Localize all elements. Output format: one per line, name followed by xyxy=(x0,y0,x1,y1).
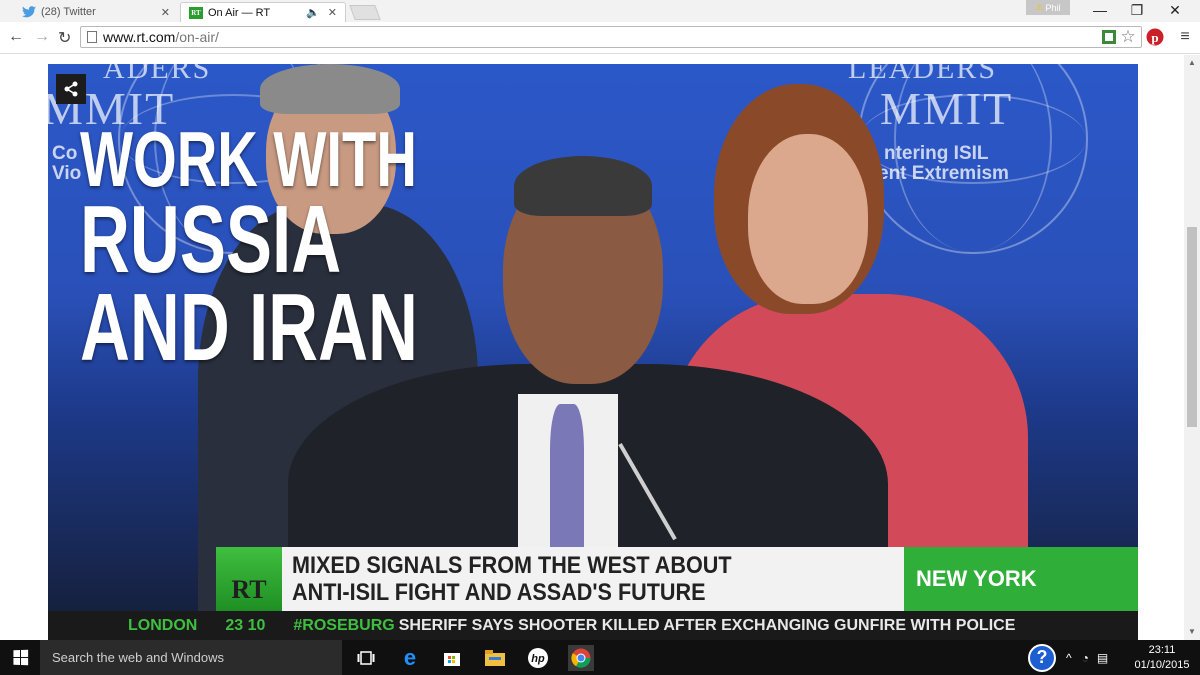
svg-text:p: p xyxy=(1151,30,1158,45)
browser-toolbar: ← → ↻ www.rt.com /on-air/ ☆ p ≡ xyxy=(0,22,1200,54)
overlay-line: RUSSIA xyxy=(80,185,342,293)
close-tab-icon[interactable]: ✕ xyxy=(328,6,337,19)
store-icon[interactable] xyxy=(440,646,464,670)
ticker-city: LONDON xyxy=(128,616,198,634)
system-tray: ? ^ ◔ ▤ xyxy=(1028,640,1108,675)
rt-logo: RT xyxy=(216,547,282,611)
rt-favicon-icon: RT xyxy=(189,6,203,19)
ticker-hashtag: #ROSEBURG xyxy=(293,616,395,634)
edge-browser-icon[interactable]: e xyxy=(398,645,422,670)
network-icon[interactable]: ◔ xyxy=(1082,651,1089,665)
help-icon[interactable]: ? xyxy=(1028,643,1056,672)
overlay-line: WORK WITH xyxy=(80,115,417,203)
video-player[interactable]: ADERS MMIT Co Vio LEADERS MMIT ntering I… xyxy=(48,64,1138,640)
taskbar-clock[interactable]: 23:11 01/10/2015 xyxy=(1132,643,1192,673)
page-content: ADERS MMIT Co Vio LEADERS MMIT ntering I… xyxy=(0,55,1184,640)
backdrop-text: MMIT xyxy=(880,83,1014,134)
search-placeholder: Search the web and Windows xyxy=(52,650,224,665)
headline-box: MIXED SIGNALS FROM THE WEST ABOUT ANTI-I… xyxy=(282,547,904,611)
clock-time: 23:11 xyxy=(1148,644,1176,656)
file-explorer-icon[interactable] xyxy=(483,646,507,670)
page-icon xyxy=(87,31,97,43)
news-ticker: LONDON 23 10 #ROSEBURG SHERIFF SAYS SHOO… xyxy=(48,611,1138,640)
backdrop-text: Co xyxy=(52,143,78,164)
warning-icon: ⚠ xyxy=(1035,2,1044,12)
reload-icon[interactable]: ↻ xyxy=(58,28,71,48)
scroll-down-icon[interactable]: ▼ xyxy=(1188,627,1196,636)
headline-line-2: ANTI-ISIL FIGHT AND ASSAD'S FUTURE xyxy=(292,579,706,606)
notification-icon[interactable]: ▤ xyxy=(1097,651,1108,665)
close-tab-icon[interactable]: ✕ xyxy=(161,6,170,19)
svg-text:hp: hp xyxy=(531,653,545,665)
clock-date: 01/10/2015 xyxy=(1134,659,1190,671)
lower-third: RT MIXED SIGNALS FROM THE WEST ABOUT ANT… xyxy=(216,547,1138,611)
back-arrow-icon[interactable]: ← xyxy=(8,28,24,46)
speaker-icon[interactable]: 🔈 xyxy=(306,6,320,19)
tab-title: (28) Twitter xyxy=(41,6,96,18)
url-host: www.rt.com xyxy=(103,29,176,45)
scroll-thumb[interactable] xyxy=(1187,227,1197,427)
share-button[interactable] xyxy=(56,74,86,104)
restore-button[interactable]: ❐ xyxy=(1122,2,1152,19)
forward-arrow-icon[interactable]: → xyxy=(34,28,50,46)
address-bar[interactable]: www.rt.com /on-air/ xyxy=(80,26,1142,48)
profile-name: Phil xyxy=(1045,2,1061,13)
ticker-news: SHERIFF SAYS SHOOTER KILLED AFTER EXCHAN… xyxy=(398,616,1016,634)
overlay-line: AND IRAN xyxy=(80,274,418,382)
backdrop-text: ntering ISIL xyxy=(884,143,989,164)
tab-strip: (28) Twitter ✕ RT On Air — RT 🔈 ✕ ⚠ Phil… xyxy=(0,0,1200,22)
overlay-headline: WORK WITH RUSSIA AND IRAN xyxy=(80,115,418,382)
chrome-icon[interactable] xyxy=(568,645,594,671)
bookmark-star-icon[interactable]: ☆ xyxy=(1119,27,1137,46)
minimize-button[interactable]: — xyxy=(1085,2,1115,18)
chevron-up-icon[interactable]: ^ xyxy=(1066,651,1072,665)
taskbar: Search the web and Windows e hp ? ^ ◔ ▤ … xyxy=(0,640,1200,675)
start-button[interactable] xyxy=(0,640,40,675)
tab-twitter[interactable]: (28) Twitter ✕ xyxy=(14,2,178,22)
url-path: /on-air/ xyxy=(175,29,219,45)
headline-line-1: MIXED SIGNALS FROM THE WEST ABOUT xyxy=(292,552,732,579)
windows-logo-icon xyxy=(12,649,28,666)
pinterest-icon[interactable]: p xyxy=(1146,28,1164,46)
task-view-icon[interactable] xyxy=(354,646,378,670)
taskbar-search[interactable]: Search the web and Windows xyxy=(40,640,342,675)
hp-icon[interactable]: hp xyxy=(526,646,550,670)
twitter-bird-icon xyxy=(22,6,36,18)
vertical-scrollbar[interactable]: ▲ ▼ xyxy=(1184,55,1200,640)
profile-button[interactable]: ⚠ Phil xyxy=(1026,0,1070,15)
extension-icon[interactable] xyxy=(1100,28,1118,46)
share-icon xyxy=(64,81,78,97)
ticker-time: 23 10 xyxy=(225,616,266,634)
tab-rt-on-air[interactable]: RT On Air — RT 🔈 ✕ xyxy=(180,2,346,22)
tab-title: On Air — RT xyxy=(208,6,271,19)
backdrop-text: Vio xyxy=(52,163,82,184)
menu-icon[interactable]: ≡ xyxy=(1176,28,1194,46)
close-window-button[interactable]: ✕ xyxy=(1160,2,1190,19)
new-tab-button[interactable] xyxy=(349,5,381,20)
backdrop-text: ent Extremism xyxy=(878,163,1009,184)
scroll-up-icon[interactable]: ▲ xyxy=(1188,58,1196,67)
location-label: NEW YORK xyxy=(904,547,1138,611)
